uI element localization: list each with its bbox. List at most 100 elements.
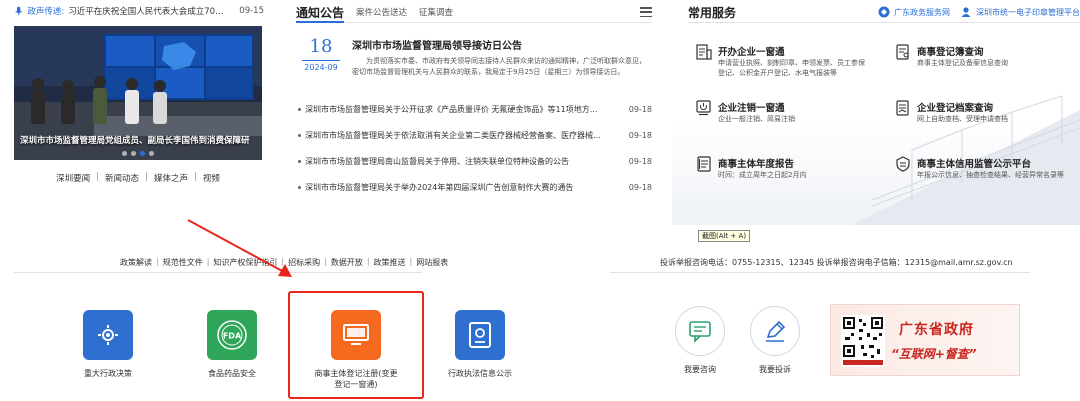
service-title[interactable]: 企业注销一窗通	[718, 100, 785, 114]
separator: |	[156, 257, 159, 266]
notice-header: 通知公告 案件公告送达 征集调查	[296, 4, 652, 20]
list-item-text[interactable]: 深圳市市场监督管理局南山监督局关于停用、注销失联单位特种设备的公告	[305, 156, 620, 167]
chat-icon[interactable]	[675, 306, 725, 356]
list-item-text[interactable]: 深圳市市场监督管理局关于举办2024年第四届深圳广告创意制作大赛的通告	[305, 182, 620, 193]
notice-title[interactable]: 通知公告	[296, 4, 344, 21]
section-divider	[610, 272, 1030, 273]
service-title[interactable]: 企业登记档案查询	[917, 100, 993, 114]
screenshot-tooltip: 截图(Alt + A)	[698, 230, 751, 242]
service-desc: 企业一般注销、简易注销	[718, 115, 795, 123]
internet-supervision-banner[interactable]: 广东省政府 “互联网+督查”	[830, 304, 1020, 376]
news-photo-carousel[interactable]: 深圳市市场监督管理局党组成员、副局长李国伟到消费保障研	[14, 26, 262, 160]
credit-platform-icon	[896, 156, 910, 172]
featured-day: 18	[309, 36, 333, 57]
fda-badge-icon[interactable]: FDA	[207, 310, 257, 360]
tab-survey[interactable]: 征集调查	[419, 6, 453, 18]
ticker-date: 09-15	[239, 6, 264, 16]
carousel-dot[interactable]	[131, 151, 136, 156]
carousel-dot[interactable]	[122, 151, 127, 156]
featured-body: 为贯彻落实市委、市政府有关领导同志接待人民群众来访的通知精神，广泛听取群众意见，…	[352, 57, 646, 76]
consult-button[interactable]: 我要咨询	[670, 306, 730, 375]
service-annual-report[interactable]: 商事主体年度报告 时间：成立周年之日起2月内	[696, 156, 886, 206]
photo-caption[interactable]: 深圳市市场监督管理局党组成员、副局长李国伟到消费保障研	[20, 134, 250, 146]
service-archive-query[interactable]: 企业登记档案查询 网上自助查档、受理申请查档	[895, 100, 1080, 150]
link-open-data[interactable]: 数据开放	[331, 257, 363, 268]
people-gear-icon[interactable]	[83, 310, 133, 360]
tile-label[interactable]: 食品药品安全	[187, 368, 277, 379]
service-title[interactable]: 商事登记簿查询	[917, 44, 984, 58]
separator: |	[366, 257, 370, 266]
list-item-text[interactable]: 深圳市市场监督管理局关于公开征求《产品质量评价 无氟硬金饰品》等11项地方...	[305, 104, 620, 115]
link-shenzhen-news[interactable]: 深圳要闻	[56, 172, 90, 184]
red-arrow-annotation	[187, 219, 292, 277]
carousel-dots[interactable]	[14, 151, 262, 156]
service-title[interactable]: 商事主体信用监管公示平台	[917, 156, 1031, 170]
qr-code-icon	[841, 315, 885, 367]
tile-label[interactable]: 重大行政决策	[63, 368, 153, 379]
gov-ticker[interactable]: 政声传递: 习近平在庆祝全国人民代表大会成立70周年... 09-15	[14, 4, 264, 18]
user-seal-icon	[961, 7, 971, 17]
notice-list: 深圳市市场监督管理局关于公开征求《产品质量评价 无氟硬金饰品》等11项地方...…	[298, 96, 652, 200]
carousel-dot-active[interactable]	[140, 151, 145, 156]
link-site-report[interactable]: 网站报表	[416, 257, 448, 268]
banner-line1: 广东省政府	[899, 322, 974, 338]
separator: |	[193, 172, 197, 182]
tile-enforcement-info[interactable]: 行政执法信息公示	[435, 310, 525, 379]
ticker-label: 政声传递:	[27, 7, 65, 17]
link-guangdong-gov-service[interactable]: 广东政务服务网	[894, 7, 950, 18]
separator: |	[96, 172, 100, 182]
services-title: 常用服务	[688, 5, 737, 20]
consult-label[interactable]: 我要咨询	[670, 364, 730, 375]
tile-label[interactable]: 行政执法信息公示	[435, 368, 525, 379]
list-item[interactable]: 深圳市市场监督管理局关于举办2024年第四届深圳广告创意制作大赛的通告 09-1…	[298, 174, 652, 200]
guangdong-gov-icon	[878, 6, 890, 18]
link-video[interactable]: 视频	[203, 172, 220, 184]
carousel-dot[interactable]	[149, 151, 154, 156]
service-desc: 时间：成立周年之日起2月内	[718, 171, 807, 179]
annual-report-icon	[697, 156, 711, 172]
service-desc: 网上自助查档、受理申请查档	[917, 115, 1008, 123]
ticker-text[interactable]: 习近平在庆祝全国人民代表大会成立70周年...	[68, 5, 229, 17]
red-highlight-box	[288, 291, 424, 399]
notice-active-underline	[296, 21, 344, 23]
list-item[interactable]: 深圳市市场监督管理局关于依法取消有关企业第二类医疗器械经营备案、医疗器械... …	[298, 122, 652, 148]
service-desc: 商事主体登记及备案信息查询	[917, 59, 1008, 67]
featured-date: 18 2024-09	[298, 36, 344, 78]
svg-text:FDA: FDA	[223, 332, 242, 341]
link-e-seal-platform[interactable]: 深圳市统一电子印章管理平台	[976, 7, 1080, 18]
featured-title[interactable]: 深圳市市场监督管理局领导接访日公告	[352, 37, 652, 52]
link-policy-push[interactable]: 政策推送	[374, 257, 406, 268]
separator: |	[145, 172, 148, 182]
list-item-date: 09-18	[628, 182, 652, 192]
menu-icon[interactable]	[640, 7, 652, 17]
link-media-voice[interactable]: 媒体之声	[154, 172, 188, 184]
bullet	[298, 133, 301, 137]
id-card-icon[interactable]	[455, 310, 505, 360]
tile-food-drug-safety[interactable]: FDA 食品药品安全	[187, 310, 277, 379]
service-title[interactable]: 商事主体年度报告	[718, 156, 794, 170]
service-deregister[interactable]: 企业注销一窗通 企业一般注销、简易注销	[696, 100, 886, 150]
tab-case-notice[interactable]: 案件公告送达	[356, 6, 407, 18]
archive-icon	[896, 100, 909, 116]
service-open-business[interactable]: 开办企业一窗通 申请营业执照、刻制印章、申领发票、员工参保登记、公积金开户登记、…	[696, 44, 886, 94]
service-credit-platform[interactable]: 商事主体信用监管公示平台 年报公示信息、抽查检查结果、经营异常名录等	[895, 156, 1080, 206]
list-item[interactable]: 深圳市市场监督管理局南山监督局关于停用、注销失联单位特种设备的公告 09-18	[298, 148, 652, 174]
bullet	[298, 159, 301, 163]
complain-label[interactable]: 我要投诉	[745, 364, 805, 375]
complaint-contact: 投诉举报咨询电话：0755-12315、12345 投诉举报咨询电子信箱：123…	[660, 258, 1013, 267]
list-item[interactable]: 深圳市市场监督管理局关于公开征求《产品质量评价 无氟硬金饰品》等11项地方...…	[298, 96, 652, 122]
service-title[interactable]: 开办企业一窗通	[718, 44, 785, 58]
list-item-date: 09-18	[628, 130, 652, 140]
link-news-updates[interactable]: 新闻动态	[105, 172, 139, 184]
pen-icon[interactable]	[750, 306, 800, 356]
service-desc: 年报公示信息、抽查检查结果、经营异常名录等	[917, 171, 1064, 179]
tile-major-decision[interactable]: 重大行政决策	[63, 310, 153, 379]
link-policy-interpretation[interactable]: 政策解读	[120, 257, 152, 268]
service-register-query[interactable]: 商事登记簿查询 商事主体登记及备案信息查询	[895, 44, 1080, 94]
services-header: 常用服务 广东政务服务网 深圳市统一电子印章管理平台	[688, 4, 1080, 20]
list-item-date: 09-18	[628, 104, 652, 114]
list-item-text[interactable]: 深圳市市场监督管理局关于依法取消有关企业第二类医疗器械经营备案、医疗器械...	[305, 130, 620, 141]
separator: |	[409, 257, 413, 266]
complain-button[interactable]: 我要投诉	[745, 306, 805, 375]
left-nav-links: 深圳要闻 | 新闻动态 | 媒体之声 | 视频	[14, 172, 262, 184]
